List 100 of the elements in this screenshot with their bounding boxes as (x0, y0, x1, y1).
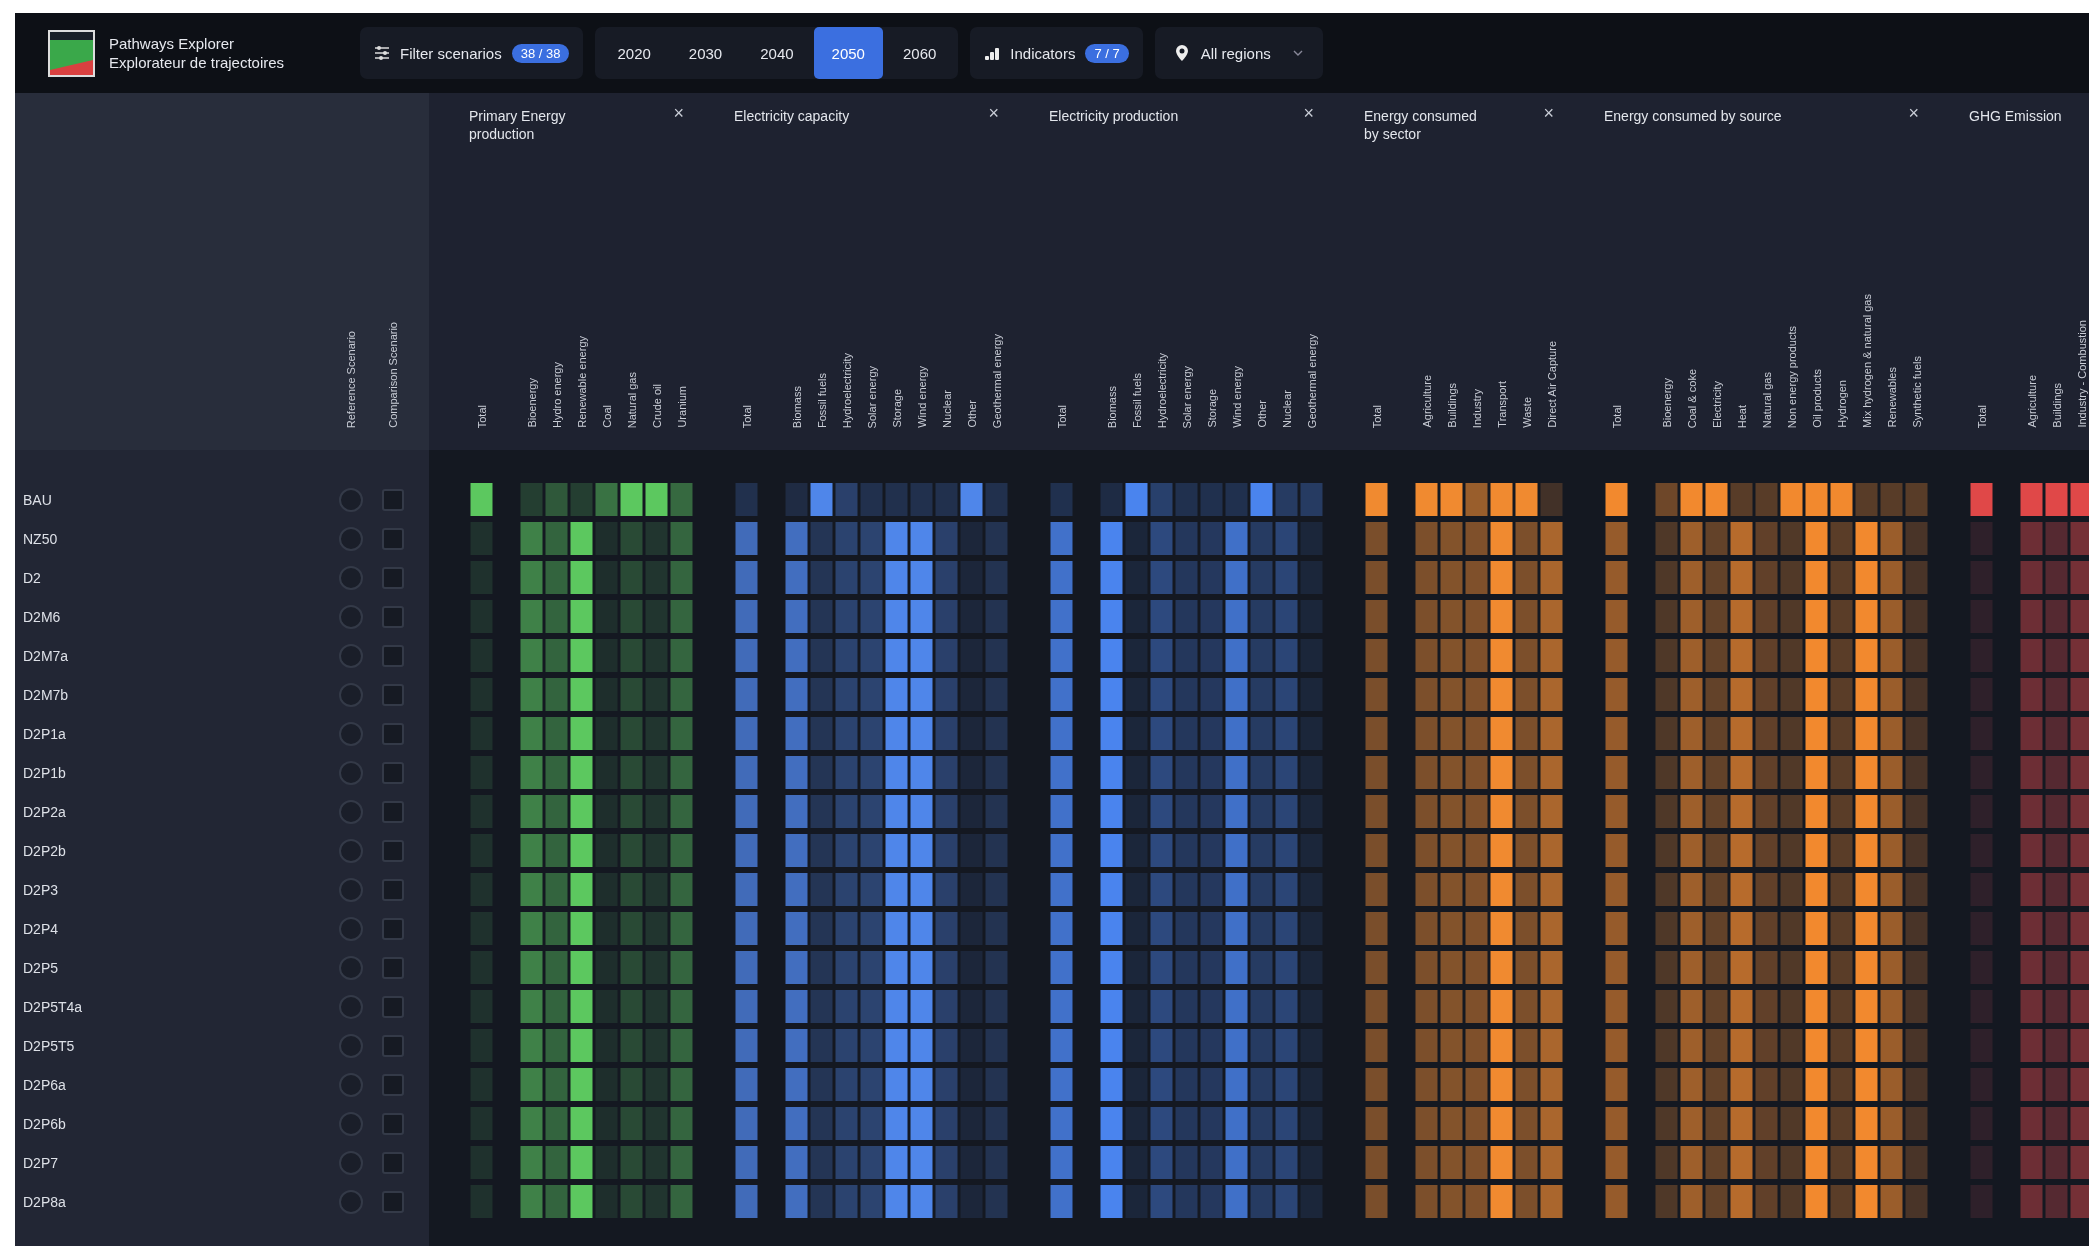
radio-button[interactable] (339, 682, 363, 707)
radio-button[interactable] (339, 526, 363, 551)
radio-button[interactable] (339, 1189, 363, 1214)
column-label: Natural gas (625, 371, 638, 428)
column-label: Storage (1205, 389, 1218, 428)
scenario-name: D2P2b (23, 842, 67, 859)
column-label: Non energy products (1785, 325, 1798, 428)
column-label: Other (965, 400, 978, 428)
radio-button[interactable] (339, 604, 363, 629)
column-label: Hydroelectricity (840, 352, 853, 428)
checkbox[interactable] (382, 488, 404, 511)
column-label: Electricity (1710, 380, 1723, 428)
filter-button[interactable]: Filter scenarios (374, 27, 502, 79)
radio-button[interactable] (339, 1150, 363, 1175)
column-label: Geothermal energy (990, 333, 1003, 428)
region-dropdown[interactable]: All regions (1154, 27, 1323, 79)
radio-button[interactable] (339, 1072, 363, 1097)
close-button[interactable]: × (669, 103, 688, 124)
column-label: Solar energy (865, 365, 878, 428)
column-header: Reference Scenario (345, 330, 357, 428)
column-label: Bioenergy (1660, 378, 1673, 428)
radio-button[interactable] (339, 916, 363, 941)
sliders-icon (374, 46, 390, 60)
close-button[interactable]: × (984, 103, 1003, 124)
column-label: Waste (1520, 397, 1533, 428)
column-label: Industry (1470, 388, 1483, 428)
checkbox[interactable] (382, 956, 404, 979)
checkbox[interactable] (382, 722, 404, 745)
column-label: Uranium (675, 386, 688, 428)
year-tab[interactable]: 2020 (599, 27, 669, 79)
radio-button[interactable] (339, 955, 363, 980)
year-tab[interactable]: 2040 (742, 27, 812, 79)
column-label: Buildings (1445, 383, 1458, 428)
checkbox[interactable] (382, 566, 404, 589)
radio-button[interactable] (339, 877, 363, 902)
chevron-down-icon (1292, 50, 1303, 56)
radio-button[interactable] (339, 994, 363, 1019)
indicator-title: Energy consumed by sector (1364, 107, 1478, 143)
radio-button[interactable] (339, 565, 363, 590)
scenario-name: NZ50 (23, 530, 59, 547)
scenario-name: D2P7 (23, 1154, 60, 1171)
app-subtitle: Explorateur de trajectoires (109, 53, 285, 72)
column-label: Wind energy (915, 366, 928, 428)
scenario-name: D2M6 (23, 608, 62, 625)
checkbox[interactable] (382, 1112, 404, 1135)
column-label: Total (1055, 404, 1068, 428)
column-label: Total (740, 404, 753, 428)
checkbox[interactable] (382, 878, 404, 901)
year-tab[interactable]: 2060 (884, 27, 955, 79)
radio-button[interactable] (339, 721, 363, 746)
column-label: Agriculture (2025, 375, 2038, 428)
year-tab[interactable]: 2050 (813, 27, 883, 79)
column-label: Coal & coke (1685, 368, 1698, 428)
column-label: Fossil fuels (1130, 372, 1143, 428)
column-label: Synthetic fuels (1910, 356, 1923, 428)
column-label: Industry - Combustion (2075, 320, 2088, 428)
year-tab[interactable]: 2030 (670, 27, 741, 79)
checkbox[interactable] (382, 1151, 404, 1174)
column-label: Renewable energy (575, 336, 588, 428)
checkbox[interactable] (382, 917, 404, 940)
indicator-title: Energy consumed by source (1604, 107, 1783, 125)
count-badge: 38 / 38 (511, 43, 570, 63)
radio-button[interactable] (339, 487, 363, 512)
indicator-title: GHG Emission (1969, 107, 2063, 125)
checkbox[interactable] (382, 1190, 404, 1213)
radio-button[interactable] (339, 643, 363, 668)
checkbox[interactable] (382, 1073, 404, 1096)
radio-button[interactable] (339, 799, 363, 824)
column-label: Fossil fuels (815, 372, 828, 428)
checkbox[interactable] (382, 644, 404, 667)
checkbox[interactable] (382, 800, 404, 823)
close-button[interactable]: × (1539, 103, 1558, 124)
column-label: Hydro energy (550, 361, 563, 428)
column-label: Storage (890, 389, 903, 428)
column-label: Total (1370, 404, 1383, 428)
scenario-name: D2P5T5 (23, 1037, 76, 1054)
indicators-button[interactable]: Indicators (984, 27, 1076, 79)
radio-button[interactable] (339, 760, 363, 785)
close-button[interactable]: × (1904, 103, 1923, 124)
checkbox[interactable] (382, 761, 404, 784)
column-label: Nuclear (1280, 390, 1293, 428)
indicator-title: Electricity production (1049, 107, 1180, 125)
close-button[interactable]: × (1299, 103, 1318, 124)
column-label: Biomass (1105, 385, 1118, 428)
checkbox[interactable] (382, 605, 404, 628)
logo-icon (48, 29, 95, 77)
column-label: Coal (600, 405, 613, 428)
checkbox[interactable] (382, 995, 404, 1018)
checkbox[interactable] (382, 527, 404, 550)
column-label: Biomass (790, 385, 803, 428)
checkbox[interactable] (382, 683, 404, 706)
checkbox[interactable] (382, 839, 404, 862)
column-header: Comparison Scenario (387, 322, 399, 428)
radio-button[interactable] (339, 838, 363, 863)
column-label: Geothermal energy (1305, 333, 1318, 428)
checkbox[interactable] (382, 1034, 404, 1057)
radio-button[interactable] (339, 1111, 363, 1136)
radio-button[interactable] (339, 1033, 363, 1058)
indicator-title: Primary Energy production (469, 107, 567, 143)
scenario-name: D2P6a (23, 1076, 67, 1093)
